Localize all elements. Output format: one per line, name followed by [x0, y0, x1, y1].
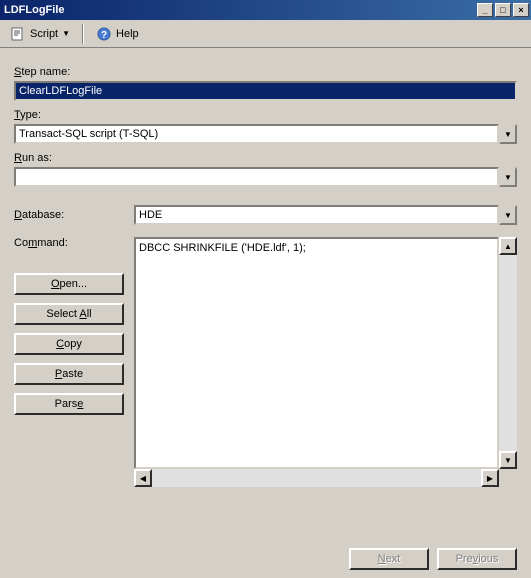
step-name-input[interactable]: [14, 81, 517, 101]
minimize-button[interactable]: _: [477, 3, 493, 17]
minimize-icon: _: [482, 5, 487, 15]
title-bar: LDFLogFile _ □ ×: [0, 0, 531, 20]
toolbar: Script ▼ ? Help: [0, 20, 531, 48]
database-dropdown-button[interactable]: ▼: [499, 205, 517, 225]
scroll-down-button[interactable]: ▼: [499, 451, 517, 469]
run-as-input[interactable]: [14, 167, 499, 187]
chevron-down-icon: ▼: [504, 173, 512, 182]
command-label: Command:: [14, 237, 124, 249]
parse-button[interactable]: Parse: [14, 393, 124, 415]
chevron-down-icon: ▼: [504, 211, 512, 220]
type-dropdown-button[interactable]: ▼: [499, 124, 517, 144]
database-label: Database:: [14, 209, 124, 221]
svg-text:?: ?: [101, 30, 107, 41]
help-icon: ?: [96, 26, 112, 42]
arrow-right-icon: ▶: [487, 474, 493, 483]
previous-button: Previous: [437, 548, 517, 570]
help-label: Help: [116, 28, 139, 40]
paste-button[interactable]: Paste: [14, 363, 124, 385]
type-input[interactable]: [14, 124, 499, 144]
window-controls: _ □ ×: [475, 3, 529, 17]
run-as-dropdown-button[interactable]: ▼: [499, 167, 517, 187]
maximize-icon: □: [500, 5, 505, 15]
database-input[interactable]: [134, 205, 499, 225]
close-icon: ×: [518, 5, 523, 15]
footer-buttons: Next Previous: [349, 548, 517, 570]
maximize-button[interactable]: □: [495, 3, 511, 17]
arrow-up-icon: ▲: [504, 242, 512, 251]
vertical-scrollbar[interactable]: ▲ ▼: [499, 237, 517, 469]
open-button[interactable]: Open...: [14, 273, 124, 295]
help-toolbar-button[interactable]: ? Help: [92, 24, 143, 44]
scroll-left-button[interactable]: ◀: [134, 469, 152, 487]
window-title: LDFLogFile: [4, 4, 65, 16]
copy-button[interactable]: Copy: [14, 333, 124, 355]
command-textarea[interactable]: DBCC SHRINKFILE ('HDE.ldf', 1);: [134, 237, 499, 469]
select-all-button[interactable]: Select All: [14, 303, 124, 325]
arrow-down-icon: ▼: [504, 456, 512, 465]
content-area: Step name: Type: ▼ Run as: ▼ Database: ▼…: [0, 48, 531, 497]
script-toolbar-button[interactable]: Script ▼: [6, 24, 74, 44]
scroll-track[interactable]: [499, 255, 517, 451]
run-as-combo[interactable]: ▼: [14, 167, 517, 187]
database-combo[interactable]: ▼: [134, 205, 517, 225]
horizontal-scrollbar[interactable]: ◀ ▶: [134, 469, 499, 487]
chevron-down-icon: ▼: [504, 130, 512, 139]
script-icon: [10, 26, 26, 42]
step-name-label: Step name:: [14, 66, 70, 78]
next-button: Next: [349, 548, 429, 570]
run-as-label: Run as:: [14, 152, 52, 164]
toolbar-separator: [82, 24, 84, 44]
dropdown-arrow-icon: ▼: [62, 29, 70, 38]
close-button[interactable]: ×: [513, 3, 529, 17]
type-combo[interactable]: ▼: [14, 124, 517, 144]
type-label: Type:: [14, 109, 41, 121]
command-editor-shell: DBCC SHRINKFILE ('HDE.ldf', 1); ▲ ▼ ◀ ▶: [134, 237, 517, 487]
command-text: DBCC SHRINKFILE ('HDE.ldf', 1);: [139, 242, 306, 254]
scroll-right-button[interactable]: ▶: [481, 469, 499, 487]
arrow-left-icon: ◀: [140, 474, 146, 483]
script-label: Script: [30, 28, 58, 40]
scroll-up-button[interactable]: ▲: [499, 237, 517, 255]
